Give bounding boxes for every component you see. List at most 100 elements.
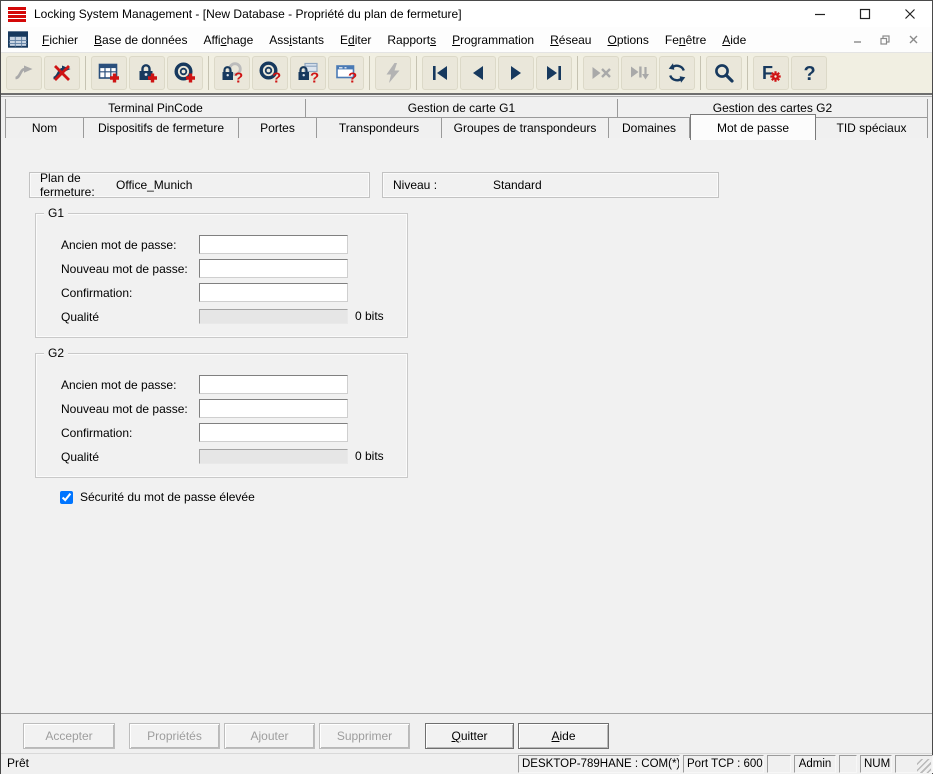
g2-confirm-password-input[interactable]	[199, 423, 348, 442]
g2-quality-row: Qualité 0 bits	[36, 447, 407, 467]
mdi-minimize-button[interactable]	[846, 31, 868, 49]
accepter-button[interactable]: Accepter	[23, 723, 115, 749]
tab-gestion-carte-g1[interactable]: Gestion de carte G1	[306, 99, 618, 117]
read-transponder-button[interactable]: ?	[252, 56, 288, 90]
mdi-restore-button[interactable]	[874, 31, 896, 49]
g1-confirm-password-input[interactable]	[199, 283, 348, 302]
menu-rapports[interactable]: Rapports	[379, 29, 444, 51]
menu-assistants[interactable]: Assistants	[261, 29, 332, 51]
mdi-restore-icon	[880, 35, 890, 45]
tab-terminal-pincode[interactable]: Terminal PinCode	[5, 99, 306, 117]
connect-icon	[12, 61, 36, 85]
menu-base-de-donnees[interactable]: Base de données	[86, 29, 195, 51]
g2-old-password-input[interactable]	[199, 375, 348, 394]
tab-domaines[interactable]: Domaines	[609, 118, 690, 139]
skip-down-button[interactable]	[621, 56, 657, 90]
supprimer-button[interactable]: Supprimer	[319, 723, 410, 749]
status-empty-panel-2	[839, 755, 857, 773]
g1-confirm-password-row: Confirmation:	[36, 283, 407, 303]
read-card-button[interactable]: ?	[328, 56, 364, 90]
high-security-row: Sécurité du mot de passe élevée	[60, 490, 255, 504]
program-button[interactable]	[375, 56, 411, 90]
mdi-minimize-icon	[853, 35, 862, 44]
g1-quality-row: Qualité 0 bits	[36, 307, 407, 327]
skip-cancel-button[interactable]	[583, 56, 619, 90]
g1-groupbox: G1 Ancien mot de passe: Nouveau mot de p…	[35, 213, 408, 338]
minimize-icon	[814, 8, 826, 20]
menu-aide[interactable]: Aide	[714, 29, 754, 51]
g2-confirm-password-label: Confirmation:	[61, 426, 132, 440]
next-record-button[interactable]	[498, 56, 534, 90]
tab-groupes-de-transpondeurs[interactable]: Groupes de transpondeurs	[442, 118, 609, 139]
disconnect-button[interactable]	[44, 56, 80, 90]
tab-transpondeurs[interactable]: Transpondeurs	[317, 118, 442, 139]
high-security-label: Sécurité du mot de passe élevée	[80, 490, 255, 504]
new-transponder-icon	[173, 61, 197, 85]
g1-new-password-input[interactable]	[199, 259, 348, 278]
read-lock-button[interactable]: ?	[214, 56, 250, 90]
g1-group-title: G1	[44, 206, 68, 220]
menu-fichier[interactable]: Fichier	[34, 29, 86, 51]
menu-affichage[interactable]: Affichage	[195, 29, 261, 51]
menu-bar: Fichier Base de données Affichage Assist…	[1, 27, 932, 53]
document-icon	[8, 31, 28, 48]
search-button[interactable]	[706, 56, 742, 90]
g2-quality-label: Qualité	[61, 450, 99, 464]
read-lock-remote-button[interactable]: ?	[290, 56, 326, 90]
new-transponder-button[interactable]	[167, 56, 203, 90]
high-security-checkbox[interactable]	[60, 491, 73, 504]
g2-old-password-row: Ancien mot de passe:	[36, 375, 407, 395]
menu-reseau[interactable]: Réseau	[542, 29, 599, 51]
skip-down-icon	[627, 61, 651, 85]
toolbar-separator	[85, 56, 86, 90]
menu-fenetre[interactable]: Fenêtre	[657, 29, 714, 51]
mdi-window-controls	[846, 31, 932, 49]
ajouter-button[interactable]: Ajouter	[224, 723, 315, 749]
tab-nom[interactable]: Nom	[5, 118, 84, 139]
first-record-button[interactable]	[422, 56, 458, 90]
program-icon	[381, 61, 405, 85]
password-tab-panel: Plan de fermeture: Office_Munich Niveau …	[2, 138, 931, 713]
new-lock-button[interactable]	[129, 56, 165, 90]
help-button[interactable]: ?	[791, 56, 827, 90]
filter-settings-button[interactable]: F	[753, 56, 789, 90]
g2-quality-bar	[199, 449, 348, 464]
minimize-button[interactable]	[797, 1, 842, 27]
toolbar-separator	[416, 56, 417, 90]
g2-new-password-input[interactable]	[199, 399, 348, 418]
last-record-button[interactable]	[536, 56, 572, 90]
proprietes-button[interactable]: Propriétés	[129, 723, 220, 749]
menu-options[interactable]: Options	[599, 29, 656, 51]
level-label: Niveau :	[393, 178, 493, 192]
refresh-button[interactable]	[659, 56, 695, 90]
close-button[interactable]	[887, 1, 932, 27]
tab-mot-de-passe[interactable]: Mot de passe	[690, 114, 816, 140]
maximize-button[interactable]	[842, 1, 887, 27]
filter-settings-icon: F	[759, 61, 783, 85]
locking-plan-value: Office_Munich	[116, 178, 192, 192]
toolbar-separator	[700, 56, 701, 90]
g2-group-title: G2	[44, 346, 68, 360]
g1-old-password-input[interactable]	[199, 235, 348, 254]
resize-grip[interactable]	[917, 759, 931, 773]
aide-button[interactable]: Aide	[518, 723, 609, 749]
mdi-close-button[interactable]	[902, 31, 924, 49]
quitter-button[interactable]: Quitter	[425, 723, 514, 749]
tab-dispositifs-de-fermeture[interactable]: Dispositifs de fermeture	[84, 118, 239, 139]
tab-portes[interactable]: Portes	[239, 118, 317, 139]
tab-strip: Terminal PinCode Gestion de carte G1 Ges…	[1, 96, 932, 138]
menu-programmation[interactable]: Programmation	[444, 29, 542, 51]
tab-tid-speciaux[interactable]: TID spéciaux	[816, 118, 928, 139]
new-locking-system-button[interactable]	[91, 56, 127, 90]
read-lock-icon: ?	[220, 61, 244, 85]
g1-old-password-row: Ancien mot de passe:	[36, 235, 407, 255]
menu-editer[interactable]: Editer	[332, 29, 379, 51]
svg-text:?: ?	[348, 70, 357, 86]
g2-confirm-password-row: Confirmation:	[36, 423, 407, 443]
connect-button[interactable]	[6, 56, 42, 90]
previous-record-button[interactable]	[460, 56, 496, 90]
g2-new-password-label: Nouveau mot de passe:	[61, 402, 188, 416]
g1-quality-bits: 0 bits	[355, 309, 384, 323]
g1-new-password-label: Nouveau mot de passe:	[61, 262, 188, 276]
next-record-icon	[504, 61, 528, 85]
